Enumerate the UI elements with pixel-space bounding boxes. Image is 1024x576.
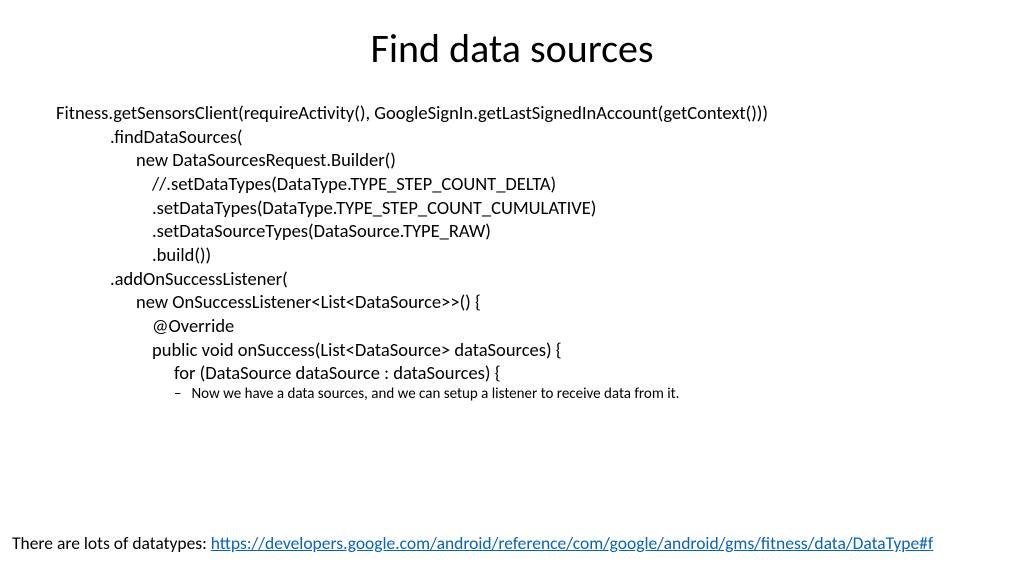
code-line: .setDataSourceTypes(DataSource.TYPE_RAW) <box>56 219 1024 243</box>
footer-note: There are lots of datatypes: https://dev… <box>12 532 933 554</box>
code-line: new DataSourcesRequest.Builder() <box>56 148 1024 172</box>
slide: Find data sources Fitness.getSensorsClie… <box>0 0 1024 576</box>
footer-lead: There are lots of datatypes: <box>12 532 211 554</box>
code-line: .addOnSuccessListener( <box>56 267 1024 291</box>
code-line: for (DataSource dataSource : dataSources… <box>56 361 1024 385</box>
code-line: //.setDataTypes(DataType.TYPE_STEP_COUNT… <box>56 172 1024 196</box>
code-comment: – Now we have a data sources, and we can… <box>56 385 1024 404</box>
code-line: @Override <box>56 314 1024 338</box>
code-line: .setDataTypes(DataType.TYPE_STEP_COUNT_C… <box>56 196 1024 220</box>
comment-text: Now we have a data sources, and we can s… <box>191 385 679 404</box>
code-line: .findDataSources( <box>56 125 1024 149</box>
bullet-dash: – <box>174 385 181 404</box>
datatype-docs-link[interactable]: https://developers.google.com/android/re… <box>211 532 933 554</box>
code-line: Fitness.getSensorsClient(requireActivity… <box>56 101 1024 125</box>
code-block: Fitness.getSensorsClient(requireActivity… <box>56 101 1024 404</box>
slide-title: Find data sources <box>0 24 1024 73</box>
code-line: new OnSuccessListener<List<DataSource>>(… <box>56 290 1024 314</box>
code-line: public void onSuccess(List<DataSource> d… <box>56 338 1024 362</box>
code-line: .build()) <box>56 243 1024 267</box>
